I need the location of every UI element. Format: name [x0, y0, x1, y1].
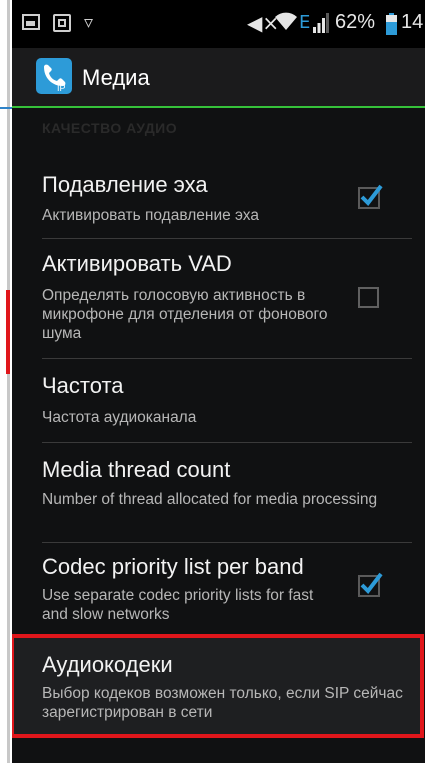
pref-title: Частота: [42, 373, 124, 398]
action-bar-divider: [12, 106, 425, 108]
checkbox-unchecked[interactable]: [358, 287, 379, 308]
divider: [42, 542, 412, 543]
pref-title: Аудиокодеки: [42, 652, 173, 677]
phone-screen: ▿ ◀× E 62% 14:16 IP Медиа КАЧЕСТВО АУДИО…: [12, 0, 425, 763]
left-margin: [0, 0, 12, 763]
pref-summary: Выбор кодеков возможен только, если SIP …: [42, 685, 403, 721]
pref-title: Codec priority list per band: [42, 554, 304, 579]
divider: [42, 442, 412, 443]
pref-audio-codecs[interactable]: Аудиокодеки Выбор кодеков возможен тольк…: [12, 634, 424, 738]
pref-summary: Активировать подавление эха: [42, 207, 259, 224]
pref-title: Подавление эха: [42, 172, 208, 197]
left-blue-tick: [0, 107, 12, 109]
divider: [42, 358, 412, 359]
pref-title: Активировать VAD: [42, 251, 232, 276]
page-title: Медиа: [82, 65, 150, 90]
action-bar: [12, 48, 425, 106]
network-type: E: [299, 12, 311, 33]
signal-icon: [313, 13, 329, 33]
image-icon: [22, 14, 40, 30]
battery-percent: 62%: [335, 11, 376, 33]
pref-summary: Number of thread allocated for media pro…: [42, 491, 378, 508]
status-bar: ▿ ◀× E 62% 14:16: [12, 0, 425, 48]
ip-phone-icon[interactable]: IP: [36, 58, 72, 94]
divider: [42, 238, 412, 239]
pref-summary: Use separate codec priority lists for fa…: [42, 587, 314, 623]
checkbox-checked[interactable]: [358, 183, 384, 209]
pref-summary: Частота аудиоканала: [42, 409, 197, 426]
pref-summary: Определять голосовую активность в микроф…: [42, 287, 328, 342]
calendar-icon: [53, 14, 71, 32]
pref-title: Media thread count: [42, 457, 231, 482]
svg-text:IP: IP: [57, 83, 66, 93]
section-header: КАЧЕСТВО АУДИО: [42, 120, 178, 136]
clock: 14:16: [401, 11, 425, 33]
left-red-marker: [6, 290, 10, 374]
battery-icon: [386, 13, 397, 35]
checkbox-checked[interactable]: [358, 571, 384, 597]
title-fade: [307, 560, 352, 588]
wifi-icon: [275, 12, 297, 30]
download-icon: ▿: [84, 12, 94, 33]
